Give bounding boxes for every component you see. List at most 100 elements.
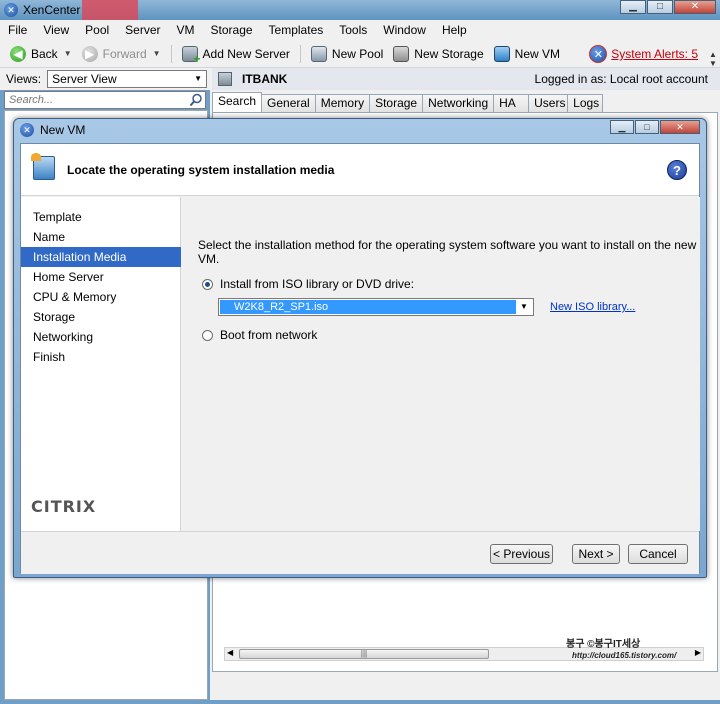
- resource-header: ITBANK Logged in as: Local root account: [212, 68, 720, 90]
- search-input[interactable]: [9, 94, 179, 106]
- tab-users[interactable]: Users: [528, 94, 569, 112]
- iso-select[interactable]: W2K8_R2_SP1.iso ▼: [218, 298, 534, 316]
- new-vm-dialog: ✕ New VM ▁ □ ✕ Locate the operating syst…: [13, 118, 707, 578]
- menu-server[interactable]: Server: [125, 23, 160, 37]
- step-finish[interactable]: Finish: [21, 347, 181, 367]
- watermark-text: 봉구 ©봉구IT세상: [566, 639, 641, 650]
- add-server-icon: [181, 45, 201, 66]
- wizard-header: Locate the operating system installation…: [21, 144, 699, 196]
- app-titlebar: ✕ XenCenter ▁ □ ✕: [0, 0, 720, 20]
- toolbar-separator: [170, 44, 172, 63]
- network-boot-option[interactable]: Boot from network: [202, 328, 317, 342]
- menu-vm[interactable]: VM: [177, 23, 195, 37]
- wizard-footer: < Previous Next > Cancel: [21, 531, 699, 574]
- citrix-logo: CITRIX: [31, 497, 97, 516]
- new-vm-wizard-icon: [31, 153, 55, 180]
- xencenter-icon: ✕: [20, 123, 34, 137]
- back-label: Back: [31, 46, 58, 61]
- tab-networking[interactable]: Networking: [422, 94, 495, 112]
- tab-storage[interactable]: Storage: [369, 94, 424, 112]
- menu-pool[interactable]: Pool: [85, 23, 109, 37]
- login-status: Logged in as: Local root account: [534, 72, 708, 86]
- iso-selected-value: W2K8_R2_SP1.iso: [220, 300, 516, 314]
- menu-templates[interactable]: Templates: [269, 23, 324, 37]
- menu-storage[interactable]: Storage: [211, 23, 253, 37]
- server-icon: [218, 72, 232, 86]
- tab-general[interactable]: General: [261, 94, 316, 112]
- step-networking[interactable]: Networking: [21, 327, 181, 347]
- iso-radio[interactable]: [202, 278, 213, 290]
- tab-memory[interactable]: Memory: [314, 94, 371, 112]
- toolbar-overflow-icon[interactable]: ▲ ▼: [706, 50, 720, 70]
- step-storage[interactable]: Storage: [21, 307, 181, 327]
- step-home-server[interactable]: Home Server: [21, 267, 181, 287]
- views-row: Views: Server View ▼: [0, 68, 210, 90]
- back-dropdown-icon[interactable]: ▼: [64, 49, 72, 58]
- previous-button[interactable]: < Previous: [490, 544, 553, 564]
- xencenter-icon: ✕: [4, 3, 18, 17]
- new-iso-library-link[interactable]: New ISO library...: [550, 301, 635, 313]
- views-select[interactable]: Server View ▼: [47, 70, 208, 88]
- forward-arrow-icon: ▶: [81, 45, 98, 62]
- menu-view[interactable]: View: [43, 23, 69, 37]
- dialog-titlebar: ✕ New VM ▁ □ ✕: [14, 119, 706, 141]
- tab-bar: Search General Memory Storage Networking…: [212, 92, 720, 112]
- menu-tools[interactable]: Tools: [339, 23, 367, 37]
- pool-icon: [310, 45, 327, 62]
- network-radio[interactable]: [202, 329, 213, 341]
- forward-button[interactable]: ▶ Forward ▼: [81, 45, 161, 62]
- storage-icon: [393, 45, 410, 62]
- back-arrow-icon: ◀: [10, 45, 26, 62]
- system-alerts-button[interactable]: ✕ System Alerts: 5: [589, 45, 698, 63]
- step-cpu-memory[interactable]: CPU & Memory: [21, 287, 181, 307]
- new-vm-button[interactable]: New VM: [493, 45, 560, 62]
- dialog-body: Locate the operating system installation…: [20, 143, 700, 574]
- dialog-close-button[interactable]: ✕: [660, 120, 700, 134]
- tab-ha[interactable]: HA: [493, 94, 530, 112]
- menu-window[interactable]: Window: [383, 23, 426, 37]
- views-label: Views:: [6, 72, 42, 86]
- installation-media-page: Select the installation method for the o…: [182, 197, 700, 531]
- dialog-minimize-button[interactable]: ▁: [610, 120, 634, 134]
- alert-icon: ✕: [589, 45, 608, 63]
- dialog-maximize-button[interactable]: □: [635, 120, 659, 134]
- scroll-left-icon[interactable]: ◀: [227, 648, 233, 657]
- new-storage-label: New Storage: [414, 46, 484, 61]
- next-button[interactable]: Next >: [572, 544, 620, 564]
- step-name[interactable]: Name: [21, 227, 181, 247]
- minimize-button[interactable]: ▁: [620, 0, 646, 14]
- new-storage-button[interactable]: New Storage: [393, 45, 484, 62]
- tab-logs[interactable]: Logs: [567, 94, 604, 112]
- forward-label: Forward: [102, 46, 147, 61]
- dialog-title: New VM: [40, 123, 86, 137]
- tab-search[interactable]: Search: [212, 92, 263, 112]
- new-pool-button[interactable]: New Pool: [310, 45, 384, 62]
- search-icon[interactable]: [189, 93, 203, 107]
- wizard-heading: Locate the operating system installation…: [67, 163, 335, 177]
- scroll-thumb[interactable]: |||: [239, 649, 489, 659]
- step-installation-media[interactable]: Installation Media: [21, 247, 181, 267]
- add-server-button[interactable]: Add New Server: [181, 45, 290, 66]
- vm-icon: [493, 45, 510, 62]
- step-template[interactable]: Template: [21, 207, 181, 227]
- menu-help[interactable]: Help: [442, 23, 467, 37]
- views-selected: Server View: [52, 72, 117, 86]
- chevron-down-icon: ▼: [520, 302, 528, 311]
- watermark-url: http://cloud165.tistory.com/: [572, 651, 677, 660]
- resource-name: ITBANK: [242, 72, 288, 86]
- taskbar-overlay: [82, 0, 138, 20]
- back-button[interactable]: ◀ Back ▼: [10, 45, 72, 62]
- forward-dropdown-icon[interactable]: ▼: [153, 49, 161, 58]
- close-button[interactable]: ✕: [674, 0, 716, 14]
- cancel-button[interactable]: Cancel: [628, 544, 688, 564]
- iso-option-label: Install from ISO library or DVD drive:: [220, 277, 415, 291]
- maximize-button[interactable]: □: [647, 0, 673, 14]
- chevron-down-icon: ▼: [194, 74, 203, 83]
- add-server-label: Add New Server: [202, 46, 290, 61]
- new-pool-label: New Pool: [331, 46, 384, 61]
- menu-file[interactable]: File: [8, 23, 27, 37]
- help-icon[interactable]: ?: [667, 160, 687, 180]
- new-vm-label: New VM: [514, 46, 560, 61]
- iso-option[interactable]: Install from ISO library or DVD drive:: [202, 277, 414, 291]
- watermark: 봉구 ©봉구IT세상 http://cloud165.tistory.com/: [566, 635, 720, 661]
